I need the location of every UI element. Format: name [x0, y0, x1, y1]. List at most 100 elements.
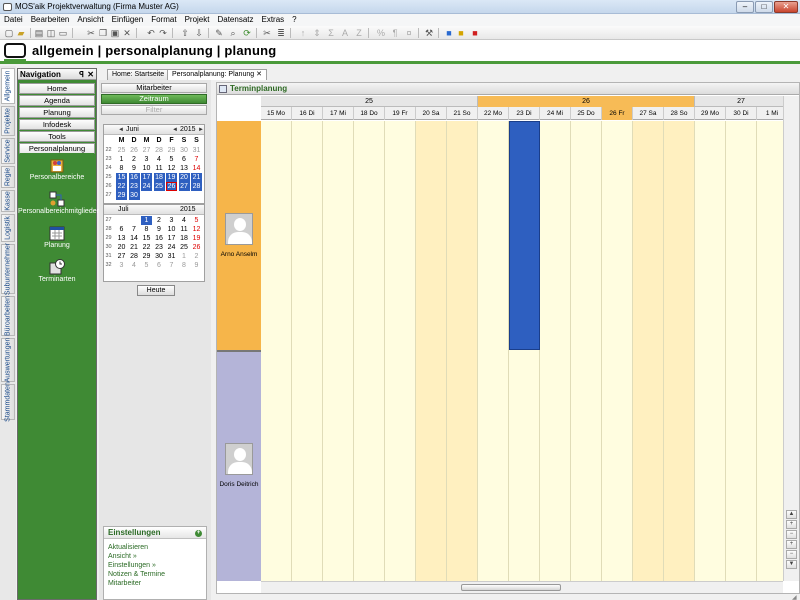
nav-item-personalbereichmitglieder[interactable]: Personalbereichmitglieder: [18, 191, 99, 215]
calendar-day[interactable]: 9: [191, 261, 202, 270]
day-column[interactable]: [416, 121, 447, 581]
calendar-day[interactable]: 5: [141, 261, 152, 270]
page-icon[interactable]: ▭: [58, 28, 68, 38]
tools-icon[interactable]: ⚒: [424, 28, 434, 38]
day-header[interactable]: 22 Mo: [478, 107, 509, 120]
scroll-thumb[interactable]: [461, 584, 561, 591]
special-icon[interactable]: ¤: [404, 28, 414, 38]
nav-planung-button[interactable]: Planung: [19, 107, 95, 118]
day-header[interactable]: 23 Di: [509, 107, 540, 120]
mitarbeiter-button[interactable]: Mitarbeiter: [101, 83, 207, 93]
day-column[interactable]: [695, 121, 726, 581]
resize-grip-icon[interactable]: ◢: [792, 594, 800, 600]
calendar-day[interactable]: 17: [166, 234, 177, 243]
calendar-day[interactable]: 7: [166, 261, 177, 270]
day-column[interactable]: [633, 121, 664, 581]
percent-icon[interactable]: %: [376, 28, 386, 38]
side-tab-kasse[interactable]: Kasse: [1, 190, 15, 212]
collapse-icon[interactable]: +: [195, 530, 202, 537]
calendar-day[interactable]: 22: [116, 182, 127, 191]
calendar-day[interactable]: 30: [154, 252, 165, 261]
pencil-icon[interactable]: ✎: [214, 28, 224, 38]
day-column[interactable]: [478, 121, 509, 581]
refresh-icon[interactable]: ⟳: [242, 28, 252, 38]
sum-icon[interactable]: Σ: [326, 28, 336, 38]
zoom-out-icon[interactable]: −: [786, 550, 797, 559]
calendar-day[interactable]: 21: [129, 243, 140, 252]
nav-item-planung[interactable]: Planung: [18, 225, 96, 249]
next-year-icon[interactable]: ►: [198, 125, 204, 135]
tab-home-startseite[interactable]: Home: Startseite: [107, 69, 170, 80]
calendar-day[interactable]: 28: [191, 182, 202, 191]
today-button[interactable]: Heute: [137, 285, 175, 296]
new-document-icon[interactable]: ▢: [4, 28, 14, 38]
delete-icon[interactable]: ✕: [122, 28, 132, 38]
day-column[interactable]: [385, 121, 416, 581]
day-column[interactable]: [354, 121, 385, 581]
zeitraum-button[interactable]: Zeitraum: [101, 94, 207, 104]
day-header[interactable]: 21 So: [447, 107, 478, 120]
calendar-day[interactable]: 25: [153, 182, 165, 191]
day-column[interactable]: [540, 121, 571, 581]
calendar-day[interactable]: 7: [129, 225, 140, 234]
appointment-block[interactable]: [509, 121, 540, 350]
day-column[interactable]: [726, 121, 757, 581]
calendar-day[interactable]: 8: [179, 261, 190, 270]
calendar-day[interactable]: 11: [154, 164, 165, 173]
calendar-day[interactable]: 10: [141, 164, 152, 173]
nav-home-button[interactable]: Home: [19, 83, 95, 94]
minimize-button[interactable]: –: [736, 1, 754, 13]
calendar-day[interactable]: 3: [116, 261, 127, 270]
calendar-day[interactable]: 16: [128, 173, 140, 182]
paste-icon[interactable]: ▣: [110, 28, 120, 38]
redo-icon[interactable]: ↷: [158, 28, 168, 38]
tab-personalplanung[interactable]: Personalplanung: Planung ✕: [167, 69, 267, 80]
menu-einfuegen[interactable]: Einfügen: [108, 14, 148, 26]
calendar-day[interactable]: 17: [141, 173, 152, 182]
settings-item-ansicht[interactable]: Ansicht »: [104, 552, 206, 561]
calendar-day[interactable]: 12: [191, 225, 202, 234]
prev-month-icon[interactable]: ◄: [118, 125, 124, 135]
calendar-day[interactable]: 1: [116, 155, 127, 164]
calendar-day[interactable]: 5: [166, 155, 177, 164]
lock-red-icon[interactable]: ■: [470, 28, 480, 38]
filter-button[interactable]: Filter: [101, 105, 207, 115]
day-header[interactable]: 30 Di: [726, 107, 757, 120]
zoom-out-icon[interactable]: −: [786, 530, 797, 539]
zoom-in-icon[interactable]: +: [786, 540, 797, 549]
calendar-day[interactable]: 30: [179, 146, 190, 155]
calendar-day[interactable]: 14: [129, 234, 140, 243]
sort-asc-icon[interactable]: A: [340, 28, 350, 38]
arrow-down-icon[interactable]: ⇩: [194, 28, 204, 38]
day-header[interactable]: 17 Mi: [323, 107, 354, 120]
calendar-day[interactable]: 19: [191, 234, 202, 243]
sort-desc-icon[interactable]: Z: [354, 28, 364, 38]
vertical-scrollbar[interactable]: ▲ + − + − ▼: [783, 96, 799, 581]
zoom-in-icon[interactable]: +: [786, 520, 797, 529]
side-tab-projekte[interactable]: Projekte: [1, 106, 15, 136]
calendar-day[interactable]: 18: [179, 234, 190, 243]
insert-icon[interactable]: ↑: [298, 28, 308, 38]
calendar-day[interactable]: 13: [116, 234, 127, 243]
day-column[interactable]: [447, 121, 478, 581]
calendar-day[interactable]: 6: [179, 155, 190, 164]
side-tab-logistik[interactable]: Logistik: [1, 214, 15, 242]
menu-projekt[interactable]: Projekt: [181, 14, 214, 26]
calendar-day[interactable]: 4: [179, 216, 190, 225]
find-icon[interactable]: ⌕: [228, 28, 238, 38]
calendar-day[interactable]: 20: [116, 243, 127, 252]
side-tab-subunternehmer[interactable]: Subunternehmer: [1, 243, 15, 295]
calendar-day[interactable]: 12: [166, 164, 177, 173]
calendar-day[interactable]: 11: [179, 225, 190, 234]
prev-year-icon[interactable]: ◄: [172, 125, 178, 135]
close-icon[interactable]: ✕: [87, 69, 94, 80]
day-column[interactable]: [664, 121, 695, 581]
calendar-day[interactable]: 8: [141, 225, 152, 234]
nav-tools-button[interactable]: Tools: [19, 131, 95, 142]
calendar-day[interactable]: 24: [141, 182, 152, 191]
calendar-day[interactable]: 27: [116, 252, 127, 261]
calendar-day[interactable]: 31: [166, 252, 177, 261]
menu-format[interactable]: Format: [147, 14, 180, 26]
side-tab-allgemein[interactable]: Allgemein: [1, 68, 15, 104]
nav-agenda-button[interactable]: Agenda: [19, 95, 95, 106]
